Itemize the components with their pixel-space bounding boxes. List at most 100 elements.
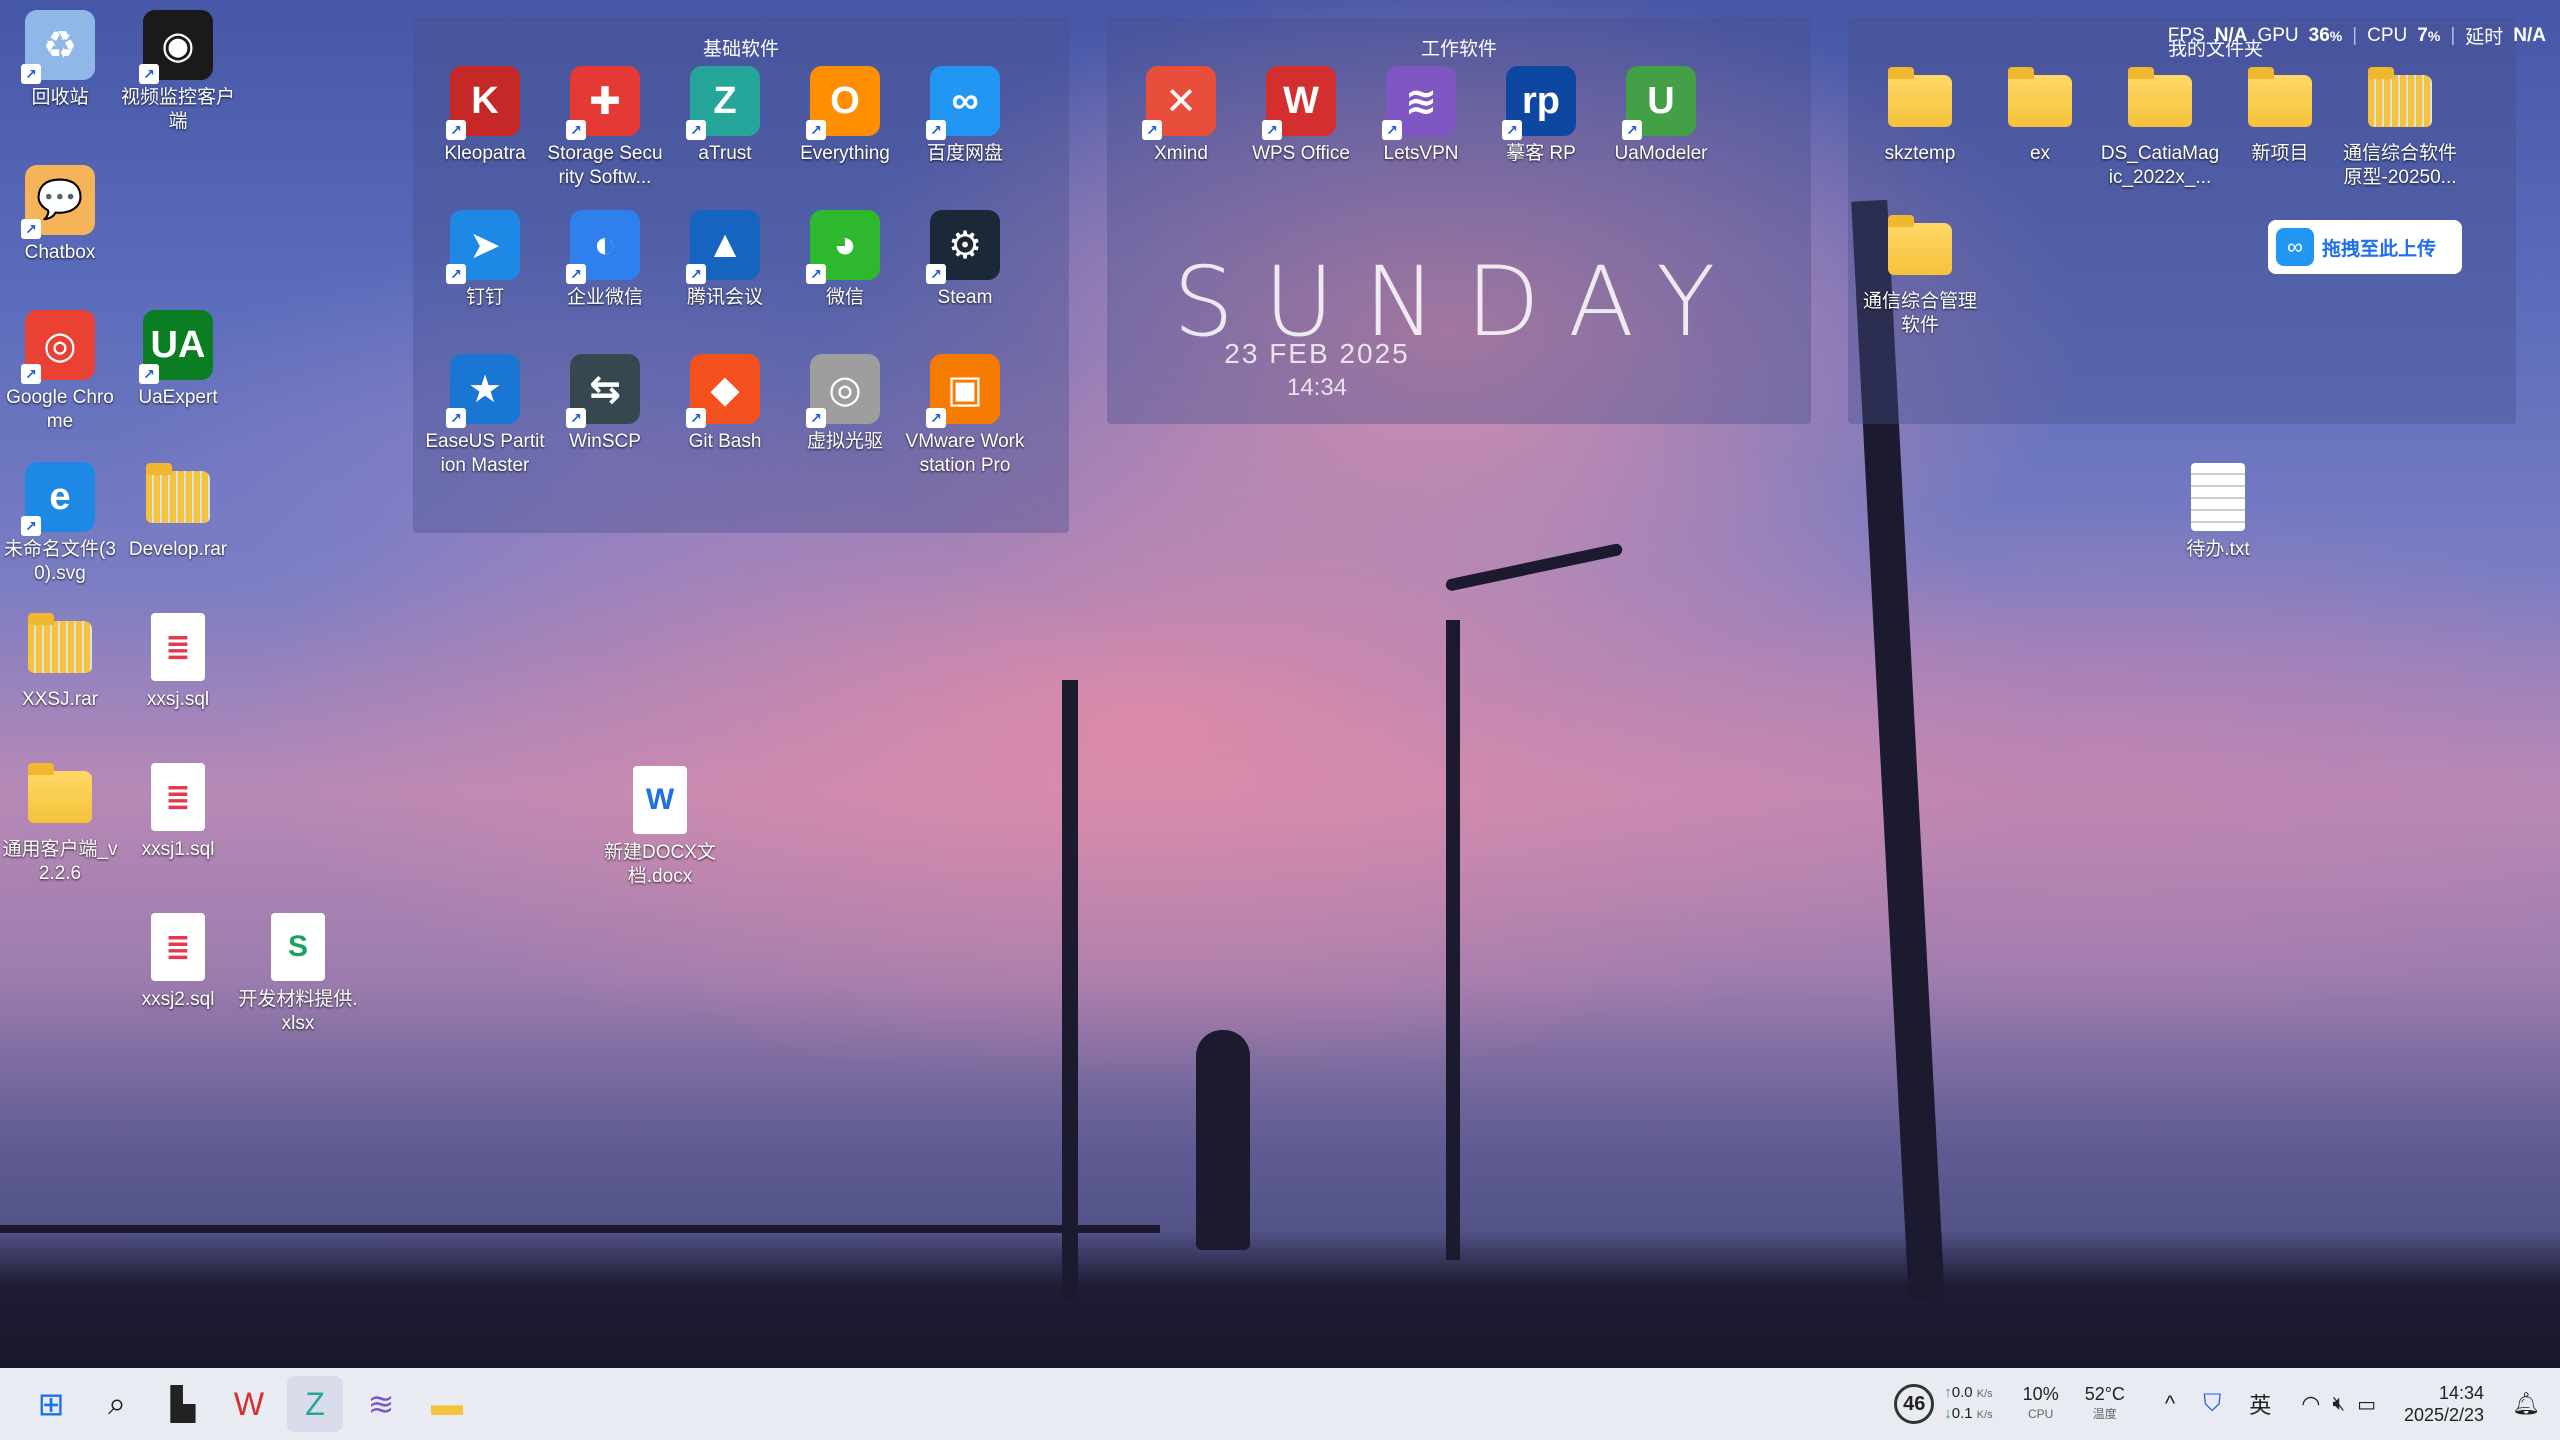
fence-app-icon[interactable]: ◐ ↗ 企业微信 [545,210,665,310]
temperature-value: 52°C [2084,1384,2125,1404]
vmware-icon: ▣ ↗ [926,354,1000,428]
shortcut-arrow-icon: ↗ [926,120,946,140]
chrome-icon: ◎ ↗ [21,310,95,384]
easeus-icon: ★ ↗ [446,354,520,428]
fence-app-icon[interactable]: O ↗ Everything [785,66,905,166]
icon-label: 摹客 RP [1506,143,1576,164]
desktop-icon[interactable]: ≣ xxsj1.sql [118,762,238,862]
folder-item[interactable]: DS_CatiaMagic_2022x_... [2100,66,2220,190]
desktop-icon[interactable]: ♻ ↗ 回收站 [0,10,120,110]
everything-icon: O ↗ [806,66,880,140]
fence-app-icon[interactable]: Z ↗ aTrust [665,66,785,166]
search-button[interactable]: ⌕ [89,1376,145,1432]
desktop-icon[interactable]: 待办.txt [2158,462,2278,562]
wecom-icon: ◐ ↗ [566,210,640,284]
folder-item[interactable]: 通信综合软件原型-20250... [2340,66,2460,190]
net-down-unit: K/s [1976,1409,1993,1421]
fence-app-icon[interactable]: ◎ ↗ 虚拟光驱 [785,354,905,454]
icon-label: Everything [800,143,890,164]
letsvpn-taskbar-button[interactable]: ≋ [353,1376,409,1432]
clock[interactable]: 14:34 2025/2/23 [2404,1382,2484,1426]
fence-app-icon[interactable]: ✕ ↗ Xmind [1121,66,1241,166]
shortcut-arrow-icon: ↗ [21,364,41,384]
fence-app-icon[interactable]: ≋ ↗ LetsVPN [1361,66,1481,166]
fence-app-icon[interactable]: rp ↗ 摹客 RP [1481,66,1601,166]
desktop-icon[interactable]: 通用客户端_v2.2.6 [0,762,120,886]
monitor-badge-value: 46 [1903,1392,1926,1415]
icon-label: 视频监控客户端 [120,87,235,132]
icon-label: aTrust [698,143,752,164]
ime-indicator[interactable]: 英 [2249,1388,2271,1420]
upload-dropzone[interactable]: ∞ 拖拽至此上传 [2268,220,2462,274]
zip-folder-icon [143,462,213,532]
fence-app-icon[interactable]: ◕ ↗ 微信 [785,210,905,310]
letsvpn-taskbar-icon: ≋ [367,1386,395,1422]
fence-app-icon[interactable]: ⇆ ↗ WinSCP [545,354,665,454]
fence-app-icon[interactable]: ➤ ↗ 钉钉 [425,210,545,310]
gpu-percent: % [2329,27,2343,44]
desktop-icon[interactable]: ◎ ↗ Google Chrome [0,310,120,434]
folder-item[interactable]: 通信综合管理软件 [1860,214,1980,338]
fence-app-icon[interactable]: ∞ ↗ 百度网盘 [905,66,1025,166]
fence-app-icon[interactable]: K ↗ Kleopatra [425,66,545,166]
start-button[interactable]: ⊞ [23,1376,79,1432]
baidu-netdisk-icon: ∞ ↗ [926,66,1000,140]
task-view-button[interactable]: ▙ [155,1376,211,1432]
fence-app-icon[interactable]: W ↗ WPS Office [1241,66,1361,166]
file-explorer-button[interactable]: ▬ [419,1376,475,1432]
clock-date: 2025/2/23 [2403,1405,2485,1425]
icon-label: 通用客户端_v2.2.6 [2,839,118,884]
desktop-icon[interactable]: XXSJ.rar [0,612,120,712]
notification-bell-icon[interactable]: 🔔︎ [2512,1391,2540,1417]
fence-basic-software: 基础软件 K ↗ Kleopatra ✚ ↗ Storage Security Softw… [413,18,1069,533]
fence-app-icon[interactable]: ⚙ ↗ Steam [905,210,1025,310]
wifi-icon[interactable]: ◠ [2301,1391,2320,1417]
folder-item[interactable]: skztemp [1860,66,1980,166]
fence-app-icon[interactable]: ◆ ↗ Git Bash [665,354,785,454]
icon-label: 未命名文件(30).svg [4,539,116,584]
atrust-taskbar-button[interactable]: Z [287,1376,343,1432]
net-up-unit: K/s [1976,1388,1993,1400]
atrust-icon: Z ↗ [686,66,760,140]
icon-label: xxsj2.sql [141,989,215,1010]
fence-app-icon[interactable]: ▣ ↗ VMware Workstation Pro [905,354,1025,478]
tencent-meeting-icon: ▲ ↗ [686,210,760,284]
delay-label: 延时 [2465,27,2504,48]
fence-app-icon[interactable]: ★ ↗ EaseUS Partition Master [425,354,545,478]
chevron-up-icon[interactable]: ^ [2165,1391,2175,1417]
shortcut-arrow-icon: ↗ [139,364,159,384]
shield-icon[interactable]: ⛉ [2203,1390,2221,1418]
icon-label: VMware Workstation Pro [905,431,1025,476]
desktop-icon[interactable]: ◉ ↗ 视频监控客户端 [118,10,238,134]
wps-taskbar-button[interactable]: W [221,1376,277,1432]
desktop-icon[interactable]: ≣ xxsj2.sql [118,912,238,1012]
fence-my-folders: 我的文件夹 skztemp ex DS_CatiaMagic_2022x_... 新项… [1848,18,2516,424]
desktop-icon[interactable]: W 新建DOCX文档.docx [600,765,720,889]
fence-app-icon[interactable]: ✚ ↗ Storage Security Softw... [545,66,665,190]
performance-overlay: FPS N/A GPU 36% | CPU 7% | 延时 N/A [2168,22,2546,49]
volume-mute-icon[interactable]: 🔇︎ [2332,1393,2345,1416]
fence-app-icon[interactable]: ▲ ↗ 腾讯会议 [665,210,785,310]
desktop-icon[interactable]: 💬 ↗ Chatbox [0,165,120,265]
shortcut-arrow-icon: ↗ [1622,120,1642,140]
xmind-icon: ✕ ↗ [1142,66,1216,140]
shortcut-arrow-icon: ↗ [21,64,41,84]
sql-file-icon: ≣ [143,612,213,682]
desktop-icon[interactable]: S 开发材料提供.xlsx [238,912,358,1036]
desktop-icon[interactable]: Develop.rar [118,462,238,562]
desktop-icon[interactable]: e ↗ 未命名文件(30).svg [0,462,120,586]
atrust-taskbar-icon: Z [305,1385,325,1422]
desktop-icon[interactable]: ≣ xxsj.sql [118,612,238,712]
shortcut-arrow-icon: ↗ [446,408,466,428]
folder-item[interactable]: 新项目 [2220,66,2340,166]
cpu-label: CPU [2367,24,2408,46]
folder-icon [25,762,95,832]
shortcut-arrow-icon: ↗ [446,264,466,284]
icon-label: WinSCP [569,431,641,452]
desktop-icon[interactable]: UA ↗ UaExpert [118,310,238,410]
battery-icon[interactable]: ▭ [2357,1392,2376,1417]
fence-app-icon[interactable]: U ↗ UaModeler [1601,66,1721,166]
monitor-badge[interactable]: 46 [1894,1384,1935,1424]
folder-item[interactable]: ex [1980,66,2100,166]
baidu-upload-icon: ∞ [2276,228,2314,266]
